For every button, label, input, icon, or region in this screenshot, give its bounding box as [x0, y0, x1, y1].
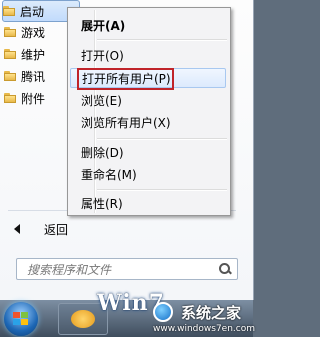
watermark: Win7 系统之家 www.windows7en.com: [97, 290, 255, 336]
menu-separator: [97, 39, 227, 41]
search-input[interactable]: 搜索程序和文件: [16, 258, 238, 280]
program-item-maintenance[interactable]: 维护: [4, 44, 76, 64]
program-item-accessories[interactable]: 附件: [4, 88, 76, 108]
menu-item-expand[interactable]: 展开(A): [81, 16, 125, 36]
menu-separator: [97, 138, 227, 140]
program-label: 游戏: [21, 25, 46, 40]
watermark-url: www.windows7en.com: [153, 324, 256, 334]
program-label: 启动: [20, 4, 45, 19]
search-placeholder: 搜索程序和文件: [27, 262, 112, 277]
folder-icon: [3, 6, 15, 16]
start-button[interactable]: [4, 302, 38, 336]
menu-item-rename[interactable]: 重命名(M): [81, 165, 137, 185]
program-item-tencent[interactable]: 腾讯: [4, 66, 76, 86]
menu-item-explore[interactable]: 浏览(E): [81, 91, 122, 111]
program-label: 附件: [21, 91, 46, 106]
back-button[interactable]: 返回: [0, 218, 240, 240]
menu-separator: [97, 189, 227, 191]
program-label: 腾讯: [21, 69, 46, 84]
menu-item-explore-all-users[interactable]: 浏览所有用户(X): [81, 113, 171, 133]
folder-icon: [4, 71, 16, 81]
windows-logo-icon: [13, 312, 29, 326]
watermark-name: 系统之家: [181, 304, 242, 322]
program-label: 维护: [21, 47, 46, 62]
back-arrow-icon: [14, 224, 20, 234]
watermark-badge-icon: [153, 302, 173, 322]
menu-item-properties[interactable]: 属性(R): [81, 194, 123, 214]
back-label: 返回: [44, 222, 69, 237]
folder-icon: [4, 49, 16, 59]
program-item-games[interactable]: 游戏: [4, 22, 76, 42]
menu-item-delete[interactable]: 删除(D): [81, 143, 124, 163]
menu-item-open[interactable]: 打开(O): [81, 46, 124, 66]
highlight-box: [77, 68, 174, 90]
folder-icon: [4, 93, 16, 103]
context-menu: 展开(A) 打开(O) 打开所有用户(P) 浏览(E) 浏览所有用户(X) 删除…: [67, 7, 231, 216]
folder-icon: [4, 27, 16, 37]
search-icon[interactable]: [217, 261, 233, 277]
